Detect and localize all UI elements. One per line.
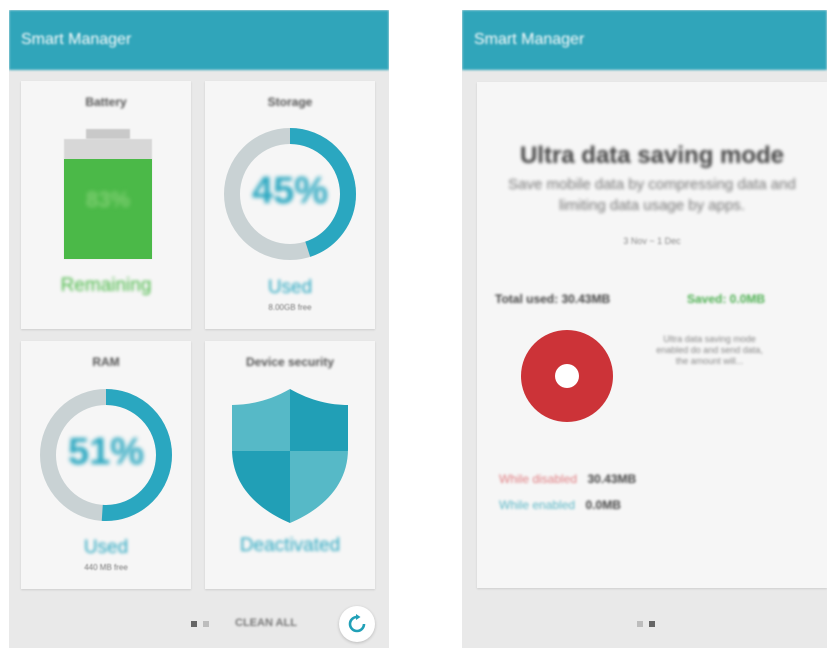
while-disabled-label: While disabled xyxy=(499,472,578,486)
saved-label: Saved: 0.0MB xyxy=(687,292,766,306)
ram-detail: 440 MB free xyxy=(84,563,128,572)
while-enabled-row: While enabled 0.0MB xyxy=(499,496,719,514)
page-dot-1 xyxy=(191,621,197,627)
battery-icon: 83% xyxy=(64,129,152,259)
ram-status: Used xyxy=(83,537,129,558)
storage-percent: 45% xyxy=(251,170,329,212)
ram-ring: 51% xyxy=(38,387,174,523)
ram-card-title: RAM xyxy=(92,355,120,369)
app-bar: Smart Manager xyxy=(9,10,389,70)
storage-card[interactable]: Storage 45% Used 8.00GB free xyxy=(205,81,375,329)
refresh-icon xyxy=(347,614,367,634)
battery-card[interactable]: Battery 83% Remaining xyxy=(21,81,191,329)
refresh-button[interactable] xyxy=(339,606,375,642)
data-usage-pie xyxy=(519,328,615,424)
storage-card-title: Storage xyxy=(267,95,313,109)
smart-manager-screen: Smart Manager Battery 83% Remaining Stor… xyxy=(9,10,389,648)
storage-ring: 45% xyxy=(222,126,358,262)
total-used-label: Total used: 30.43MB xyxy=(495,292,611,306)
clean-all-button[interactable]: CLEAN ALL xyxy=(235,617,297,629)
app-title: Smart Manager xyxy=(474,31,585,48)
ultra-data-saving-screen: Smart Manager Ultra data saving mode Sav… xyxy=(462,10,827,648)
app-title: Smart Manager xyxy=(21,31,132,48)
ultra-data-saving-card: Ultra data saving mode Save mobile data … xyxy=(477,82,827,588)
battery-status: Remaining xyxy=(60,275,152,296)
storage-status: Used xyxy=(267,277,313,298)
page-indicator xyxy=(637,621,655,627)
storage-detail: 8.00GB free xyxy=(268,303,312,312)
ultra-data-saving-title: Ultra data saving mode xyxy=(519,142,785,169)
date-range: 3 Nov ~ 1 Dec xyxy=(623,236,681,246)
while-disabled-value: 30.43MB xyxy=(587,472,637,486)
ultra-data-saving-description: Save mobile data by compressing data and… xyxy=(508,176,796,214)
while-disabled-row: While disabled 30.43MB xyxy=(499,470,719,488)
page-dot-2 xyxy=(203,621,209,627)
battery-percent: 83% xyxy=(85,187,131,212)
while-enabled-value: 0.0MB xyxy=(585,498,621,512)
device-security-card-title: Device security xyxy=(245,355,335,369)
shield-icon xyxy=(229,387,351,525)
ram-percent: 51% xyxy=(67,431,145,473)
page-dot-2 xyxy=(649,621,655,627)
while-enabled-label: While enabled xyxy=(499,498,576,512)
security-status: Deactivated xyxy=(239,535,341,556)
battery-card-title: Battery xyxy=(85,95,127,109)
app-bar: Smart Manager xyxy=(462,10,827,70)
savings-note: Ultra data saving mode enabled do and se… xyxy=(656,334,763,366)
page-indicator xyxy=(191,621,209,627)
device-security-card[interactable]: Device security Deactivated xyxy=(205,341,375,589)
ram-card[interactable]: RAM 51% Used 440 MB free xyxy=(21,341,191,589)
page-dot-1 xyxy=(637,621,643,627)
